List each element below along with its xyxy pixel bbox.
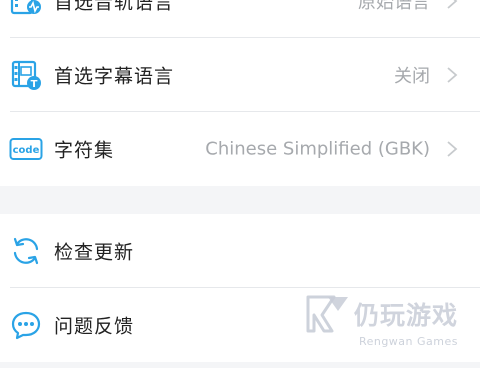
audio-track-icon — [9, 0, 43, 18]
row-value: Chinese Simplified (GBK) — [205, 138, 430, 160]
refresh-icon — [9, 234, 43, 268]
row-label: 检查更新 — [54, 241, 135, 264]
row-label: 问题反馈 — [54, 315, 135, 338]
chat-icon — [9, 308, 43, 342]
row-feedback[interactable]: 问题反馈 — [0, 288, 480, 362]
row-label: 首选音轨语言 — [54, 0, 175, 14]
bottom-spacer — [0, 362, 480, 368]
row-charset[interactable]: code 字符集 Chinese Simplified (GBK) — [0, 112, 480, 186]
row-label: 字符集 — [54, 139, 115, 162]
row-value: 原始语言 — [358, 0, 430, 13]
code-icon-text: code — [13, 145, 40, 156]
subtitle-icon: T — [9, 58, 43, 92]
row-value: 关闭 — [394, 66, 430, 87]
chevron-right-icon — [447, 67, 458, 83]
settings-screen: 首选音轨语言 原始语言 T 首选字幕语言 关闭 code 字符集 Chinese… — [0, 0, 480, 368]
row-check-update[interactable]: 检查更新 — [0, 214, 480, 288]
code-icon: code — [9, 132, 43, 166]
chevron-right-icon — [447, 141, 458, 157]
settings-group-language: 首选音轨语言 原始语言 T 首选字幕语言 关闭 code 字符集 Chinese… — [0, 0, 480, 186]
chevron-right-icon — [447, 0, 458, 9]
svg-text:T: T — [31, 79, 38, 90]
row-label: 首选字幕语言 — [54, 65, 175, 88]
row-subtitle-language[interactable]: T 首选字幕语言 关闭 — [0, 38, 480, 112]
settings-group-app: 检查更新 问题反馈 — [0, 214, 480, 362]
row-audio-track-language[interactable]: 首选音轨语言 原始语言 — [0, 0, 480, 38]
